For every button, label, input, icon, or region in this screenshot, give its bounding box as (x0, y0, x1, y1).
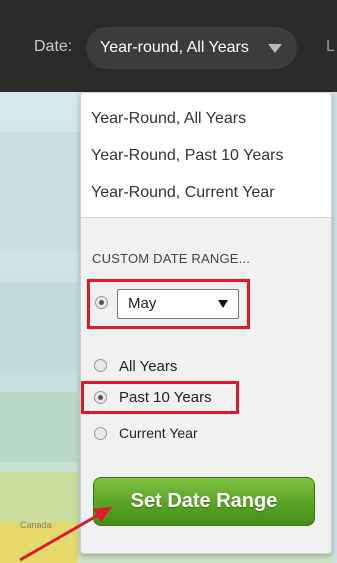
annotation-arrow-icon (19, 507, 112, 562)
